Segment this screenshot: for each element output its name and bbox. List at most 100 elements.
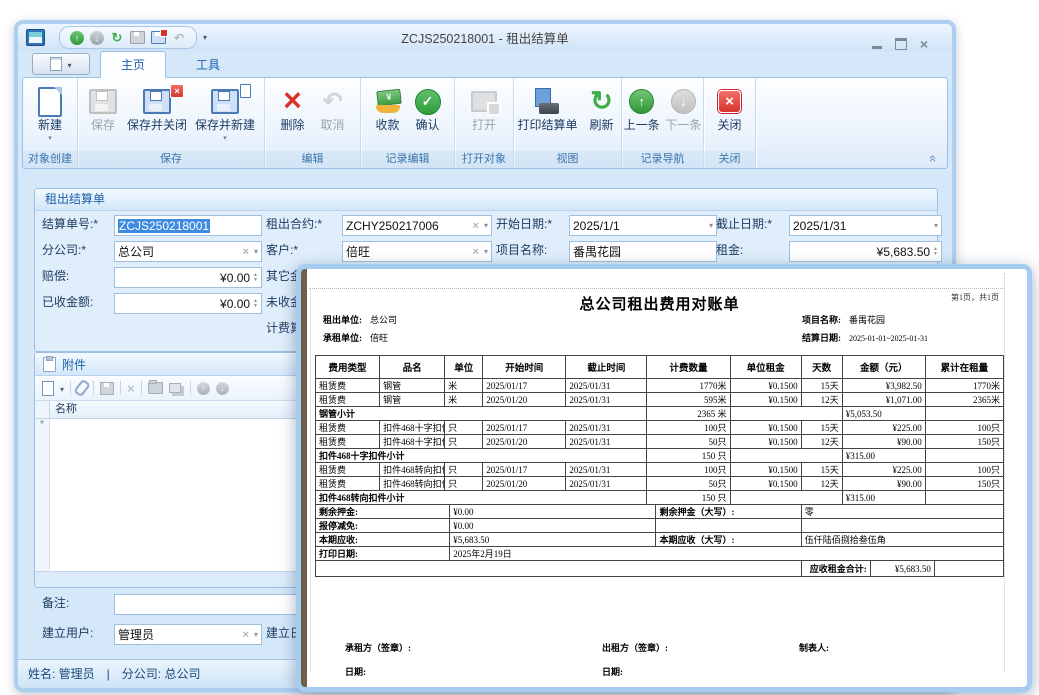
delete-x-icon: [277, 85, 309, 118]
ribbon-button-label: 保存并关闭: [127, 118, 187, 133]
report-cell: 2025/01/31: [566, 393, 647, 407]
report-row: 报停减免:¥0.00: [316, 519, 1004, 533]
clear-icon[interactable]: [473, 246, 479, 258]
report-cell: 15天: [801, 463, 842, 477]
maximize-icon[interactable]: [895, 38, 907, 50]
field-value: 总公司: [118, 243, 240, 260]
new-row-marker: *: [35, 419, 50, 571]
report-cell: 12天: [801, 477, 842, 491]
dropdown-icon[interactable]: [709, 221, 713, 230]
report-cell: 只: [445, 463, 483, 477]
field-input-1-3[interactable]: ¥5,683.50: [789, 241, 942, 262]
field-input-1-1[interactable]: 倍旺: [342, 241, 492, 262]
report-row: 租赁费钢管米2025/01/172025/01/311770米¥0.150015…: [316, 379, 1004, 393]
down-circle-icon[interactable]: [216, 382, 229, 395]
report-cell: 报停减免:: [316, 519, 450, 533]
dropdown-icon[interactable]: [60, 379, 64, 397]
report-footer-table: 剩余押金:¥0.00剩余押金（大写）:零报停减免:¥0.00本期应收:¥5,68…: [315, 504, 1004, 561]
field-input-0-3[interactable]: 2025/1/31: [789, 215, 942, 236]
report-cell: [925, 491, 1003, 505]
ribbon-button-1-2[interactable]: 保存并新建: [192, 85, 258, 142]
field-input-0-2[interactable]: 2025/1/1: [569, 215, 717, 236]
minimize-icon[interactable]: [872, 46, 882, 49]
report-cell: 租赁费: [316, 379, 380, 393]
ribbon-button-label: 取消: [320, 118, 344, 133]
report-cell: 本期应收:: [316, 533, 450, 547]
report-cell: 剩余押金（大写）:: [656, 505, 801, 519]
groupbox-title: 租出结算单: [35, 189, 937, 211]
folder-icon[interactable]: [148, 382, 163, 394]
report-column-header: 开始时间: [483, 356, 566, 379]
dropdown-icon[interactable]: [254, 630, 258, 639]
field-input-0-0[interactable]: ZCJS250218001: [114, 215, 262, 236]
ribbon-button-5-0[interactable]: 打印结算单: [514, 85, 580, 133]
report-cell: [730, 491, 842, 505]
window-icon[interactable]: [169, 383, 181, 393]
close-icon[interactable]: [920, 38, 928, 50]
clear-icon[interactable]: [243, 246, 249, 258]
ribbon-button-0-0[interactable]: 新建: [31, 85, 69, 142]
ribbon-button-7-0[interactable]: 关闭: [711, 85, 749, 133]
ribbon-button-label: 确认: [415, 118, 439, 133]
save-icon: [87, 85, 119, 118]
spinner-icon[interactable]: [933, 247, 938, 257]
report-cell: [925, 449, 1003, 463]
field-input-3-0[interactable]: ¥0.00: [114, 293, 262, 314]
report-cell: 2025/01/31: [566, 477, 647, 491]
report-cell: 米: [445, 379, 483, 393]
ribbon-button-2-1: 取消: [314, 85, 352, 133]
creator-combo[interactable]: 管理员: [114, 624, 262, 645]
remark-label: 备注:: [42, 594, 69, 613]
field-label: 租出合约:*: [266, 215, 322, 234]
ribbon-button-label: 新建: [38, 118, 62, 133]
field-input-0-1[interactable]: ZCHY250217006: [342, 215, 492, 236]
dropdown-icon[interactable]: [484, 221, 488, 230]
field-label: 截止日期:*: [716, 215, 772, 234]
ribbon-button-1-1[interactable]: 保存并关闭: [124, 85, 190, 133]
ribbon-button-label: 上一条: [624, 118, 660, 133]
tab-home[interactable]: 主页: [100, 51, 166, 78]
dropdown-icon[interactable]: [484, 247, 488, 256]
field-input-1-0[interactable]: 总公司: [114, 241, 262, 262]
ribbon-button-6-0[interactable]: 上一条: [622, 85, 662, 133]
dropdown-icon[interactable]: [934, 221, 938, 230]
report-cell: 100只: [925, 421, 1003, 435]
row-selector-header: [35, 401, 50, 418]
ribbon-group-caption: 关闭: [704, 151, 755, 168]
report-cell: ¥0.00: [450, 505, 656, 519]
report-cell: 2025/01/20: [483, 393, 566, 407]
margin-guide: [1004, 273, 1005, 671]
report-cell: ¥90.00: [842, 435, 925, 449]
spinner-icon[interactable]: [253, 299, 258, 309]
app-menu-button[interactable]: [32, 53, 90, 75]
delete-x-icon[interactable]: [127, 381, 135, 396]
margin-guide: [310, 288, 311, 671]
save-icon[interactable]: [100, 382, 114, 395]
tab-tools[interactable]: 工具: [176, 52, 240, 77]
new-doc-icon[interactable]: [42, 381, 54, 396]
paperclip-icon[interactable]: [73, 379, 91, 398]
ribbon-group-caption: 记录编辑: [361, 151, 454, 168]
report-info: 结算日期:2025-01-01~2025-01-31: [802, 331, 928, 344]
up-circle-icon[interactable]: [197, 382, 210, 395]
field-input-2-0[interactable]: ¥0.00: [114, 267, 262, 288]
preparer-label: 制表人:: [799, 641, 829, 654]
title-bar[interactable]: ZCJS250218001 - 租出结算单: [18, 24, 952, 51]
ribbon-groups: 新建对象创建保存保存并关闭保存并新建保存删除取消编辑收款确认记录编辑打开打开对象…: [23, 78, 756, 168]
spinner-icon[interactable]: [253, 273, 258, 283]
report-cell: [730, 449, 842, 463]
ribbon-button-3-1[interactable]: 确认: [409, 85, 447, 133]
ribbon-button-5-1[interactable]: 刷新: [583, 85, 621, 133]
ribbon-button-3-0[interactable]: 收款: [369, 85, 407, 133]
report-cell: 租赁费: [316, 393, 380, 407]
report-cell: 12天: [801, 393, 842, 407]
report-cell: 100只: [925, 463, 1003, 477]
report-cell: 租赁费: [316, 421, 380, 435]
ribbon-button-2-0[interactable]: 删除: [274, 85, 312, 133]
ribbon-collapse-icon[interactable]: [926, 155, 941, 162]
field-input-1-2[interactable]: 番禺花园: [569, 241, 717, 262]
clear-icon[interactable]: [473, 220, 479, 232]
dropdown-icon[interactable]: [254, 247, 258, 256]
clear-icon[interactable]: [243, 629, 249, 641]
report-row: 钢管小计2365 米¥5,053.50: [316, 407, 1004, 421]
